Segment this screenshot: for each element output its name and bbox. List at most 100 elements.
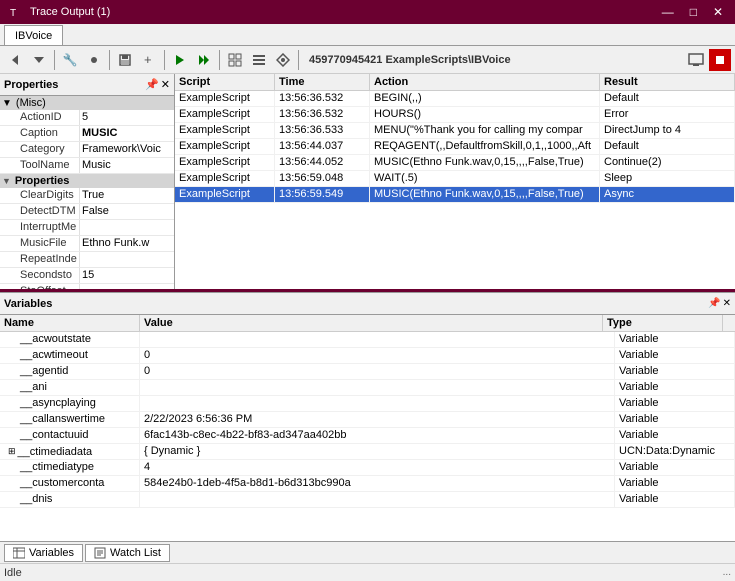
prop-name-cleardigits: ClearDigits <box>0 188 80 203</box>
maximize-button[interactable]: □ <box>686 5 701 19</box>
variables-title: Variables <box>4 298 52 310</box>
vars-col-type: Type <box>603 315 723 331</box>
vars-cell-value <box>140 380 615 395</box>
vars-row[interactable]: __dnis Variable <box>0 492 735 508</box>
toolbar-dropdown-button[interactable] <box>28 49 50 71</box>
properties-pin-icon[interactable]: 📌 <box>145 78 159 91</box>
toolbar-save-button[interactable] <box>114 49 136 71</box>
trace-header: Script Time Action Result <box>175 74 735 91</box>
vars-body[interactable]: __acwoutstate Variable __acwtimeout 0 Va… <box>0 332 735 541</box>
properties-header: Properties 📌 ✕ <box>0 74 174 96</box>
trace-row[interactable]: ExampleScript 13:56:44.037 REQAGENT(,,De… <box>175 139 735 155</box>
vars-row[interactable]: __asyncplaying Variable <box>0 396 735 412</box>
grid-icon <box>228 53 242 67</box>
prop-group-misc[interactable]: ▼ (Misc) <box>0 96 174 110</box>
trace-cell-result: Continue(2) <box>600 155 735 170</box>
properties-body: ▼ (Misc) ActionID 5 Caption MUSIC Catego… <box>0 96 174 289</box>
vars-cell-name: __asyncplaying <box>0 396 140 411</box>
toolbar-grid-button[interactable] <box>224 49 246 71</box>
bottom-tab-bar: Variables Watch List <box>0 541 735 563</box>
vars-cell-value <box>140 396 615 411</box>
variables-close-icon[interactable]: ✕ <box>723 298 731 309</box>
trace-cell-action: BEGIN(,,) <box>370 91 600 106</box>
prop-value-repeatinde <box>80 252 174 267</box>
toolbar-monitor-button[interactable] <box>685 49 707 71</box>
trace-cell-time: 13:56:36.532 <box>275 107 370 122</box>
toolbar-pin-button[interactable] <box>272 49 294 71</box>
variables-pin-icon[interactable]: 📌 <box>708 298 720 309</box>
prop-name-detectdtm: DetectDTM <box>0 204 80 219</box>
trace-row[interactable]: ExampleScript 13:56:36.533 MENU("%Thank … <box>175 123 735 139</box>
toolbar-back-button[interactable] <box>4 49 26 71</box>
trace-cell-action: REQAGENT(,,DefaultfromSkill,0,1,,1000,,A… <box>370 139 600 154</box>
prop-name-actionid: ActionID <box>0 110 80 125</box>
trace-row[interactable]: ExampleScript 13:56:36.532 BEGIN(,,) Def… <box>175 91 735 107</box>
trace-cell-action: MENU("%Thank you for calling my compar <box>370 123 600 138</box>
properties-toggle-icon: ▼ <box>2 176 11 186</box>
vars-row[interactable]: __callanswertime 2/22/2023 6:56:36 PM Va… <box>0 412 735 428</box>
vars-cell-name: __acwtimeout <box>0 348 140 363</box>
trace-row[interactable]: ExampleScript 13:56:44.052 MUSIC(Ethno F… <box>175 155 735 171</box>
vars-row[interactable]: __customerconta 584e24b0-1deb-4f5a-b8d1-… <box>0 476 735 492</box>
vars-cell-type: Variable <box>615 396 735 411</box>
vars-row[interactable]: ⊞ __ctimediadata { Dynamic } UCN:Data:Dy… <box>0 444 735 460</box>
vars-cell-value: 0 <box>140 348 615 363</box>
prop-name-repeatinde: RepeatInde <box>0 252 80 267</box>
toolbar-wrench-button[interactable]: 🔧 <box>59 49 81 71</box>
app-icon: T <box>8 4 24 20</box>
variables-header-bar: Variables 📌 ✕ <box>0 293 735 315</box>
vars-row[interactable]: __acwoutstate Variable <box>0 332 735 348</box>
vars-cell-value: 4 <box>140 460 615 475</box>
prop-name-staoffset: StaOffset <box>0 284 80 289</box>
trace-row[interactable]: ExampleScript 13:56:59.048 WAIT(.5) Slee… <box>175 171 735 187</box>
prop-row-secondsto: Secondsto 15 <box>0 268 174 284</box>
trace-cell-script: ExampleScript <box>175 187 275 202</box>
toolbar-play-button[interactable] <box>169 49 191 71</box>
tab-variables-label: Variables <box>29 547 74 559</box>
trace-cell-result: DirectJump to 4 <box>600 123 735 138</box>
prop-group-properties[interactable]: ▼ Properties <box>0 174 174 188</box>
tab-watchlist[interactable]: Watch List <box>85 544 170 562</box>
toolbar-add-button[interactable]: + <box>138 49 160 71</box>
prop-row-interruptme: InterruptMe <box>0 220 174 236</box>
trace-col-time: Time <box>275 74 370 90</box>
toolbar-play2-button[interactable] <box>193 49 215 71</box>
toolbar-stop-button[interactable] <box>709 49 731 71</box>
minimize-button[interactable]: — <box>658 5 678 19</box>
trace-cell-result: Default <box>600 91 735 106</box>
vars-cell-name: __dnis <box>0 492 140 507</box>
trace-row-selected[interactable]: ExampleScript 13:56:59.549 MUSIC(Ethno F… <box>175 187 735 203</box>
vars-row[interactable]: __agentid 0 Variable <box>0 364 735 380</box>
play2-icon <box>197 53 211 67</box>
vars-cell-type: Variable <box>615 364 735 379</box>
trace-panel: Script Time Action Result ExampleScript … <box>175 74 735 289</box>
trace-cell-script: ExampleScript <box>175 139 275 154</box>
toolbar-dot-button[interactable] <box>83 49 105 71</box>
trace-col-action: Action <box>370 74 600 90</box>
close-button[interactable]: ✕ <box>709 5 727 19</box>
toolbar-sep-5 <box>298 50 299 70</box>
toolbar-sep-4 <box>219 50 220 70</box>
tab-variables[interactable]: Variables <box>4 544 83 562</box>
trace-body[interactable]: ExampleScript 13:56:36.532 BEGIN(,,) Def… <box>175 91 735 289</box>
play-icon <box>173 53 187 67</box>
vars-cell-value: 2/22/2023 6:56:36 PM <box>140 412 615 427</box>
toolbar-list-button[interactable] <box>248 49 270 71</box>
vars-row[interactable]: __ctimediatype 4 Variable <box>0 460 735 476</box>
list-icon <box>252 53 266 67</box>
prop-value-musicfile: Ethno Funk.w <box>80 236 174 251</box>
vars-row[interactable]: __ani Variable <box>0 380 735 396</box>
trace-cell-time: 13:56:59.549 <box>275 187 370 202</box>
vars-row[interactable]: __contactuuid 6fac143b-c8ec-4b22-bf83-ad… <box>0 428 735 444</box>
back-icon <box>8 53 22 67</box>
dropdown-icon <box>32 53 46 67</box>
prop-row-cleardigits: ClearDigits True <box>0 188 174 204</box>
properties-panel: Properties 📌 ✕ ▼ (Misc) ActionID 5 Capti… <box>0 74 175 289</box>
variables-icon <box>13 547 25 559</box>
tab-ibvoice[interactable]: IBVoice <box>4 25 63 45</box>
vars-row[interactable]: __acwtimeout 0 Variable <box>0 348 735 364</box>
expand-icon[interactable]: ⊞ <box>8 446 16 457</box>
properties-close-icon[interactable]: ✕ <box>161 78 170 91</box>
vars-cell-value: { Dynamic } <box>140 444 615 459</box>
trace-row[interactable]: ExampleScript 13:56:36.532 HOURS() Error <box>175 107 735 123</box>
